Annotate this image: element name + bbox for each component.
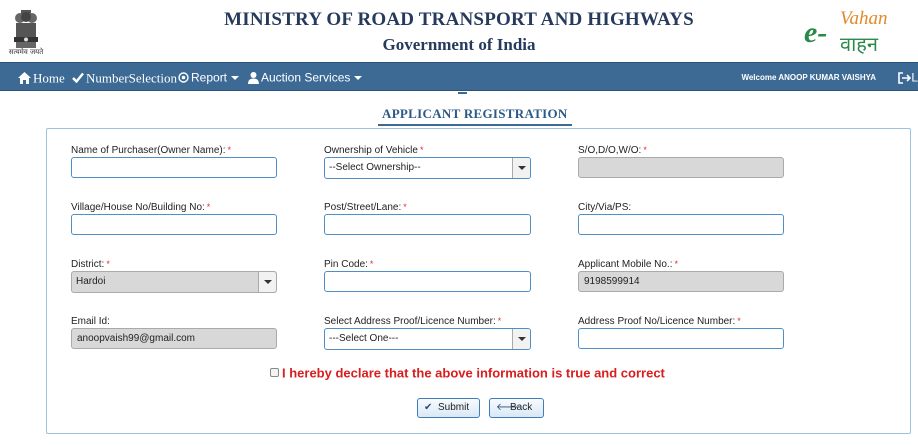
- applicant-mobile-input: [578, 271, 784, 292]
- nav-logout[interactable]: L: [898, 63, 918, 92]
- address-proof-no-input[interactable]: [578, 328, 784, 349]
- name-of-purchaser-label: Name of Purchaser(Owner Name): *: [71, 145, 231, 156]
- declaration-text: I hereby declare that the above informat…: [282, 365, 665, 381]
- post-street-label: Post/Street/Lane: *: [324, 202, 407, 213]
- village-house-input[interactable]: [71, 214, 277, 235]
- ministry-title: MINISTRY OF ROAD TRANSPORT AND HIGHWAYS: [224, 9, 694, 30]
- email-label: Email Id:: [71, 316, 110, 327]
- chevron-down-icon[interactable]: [512, 158, 530, 178]
- label-text: Post/Street/Lane:: [324, 202, 402, 213]
- submit-button[interactable]: ✔ Submit: [417, 398, 480, 418]
- declaration-row: I hereby declare that the above informat…: [270, 364, 665, 382]
- applicant-mobile-label: Applicant Mobile No.: *: [578, 259, 678, 270]
- required-marker: *: [206, 202, 211, 212]
- select-value: Hardoi: [76, 276, 106, 287]
- select-value: --Select Ownership--: [329, 162, 421, 173]
- nav-auction-services-label: Auction Services: [261, 70, 351, 85]
- label-text: District:: [71, 259, 105, 270]
- district-label: District: *: [71, 259, 110, 270]
- label-text: Address Proof No/Licence Number:: [578, 316, 736, 327]
- post-street-input[interactable]: [324, 214, 531, 235]
- target-icon: [178, 72, 189, 84]
- label-text: Ownership of Vehicle: [324, 145, 418, 156]
- email-input: [71, 328, 277, 349]
- district-select[interactable]: Hardoi: [71, 271, 277, 293]
- arrow-left-icon: 🡐: [496, 402, 523, 413]
- ownership-of-vehicle-label: Ownership of Vehicle *: [324, 145, 423, 156]
- address-proof-no-label: Address Proof No/Licence Number: *: [578, 316, 741, 327]
- nav-auction-services[interactable]: Auction Services: [248, 63, 363, 92]
- check-icon: ✔: [424, 402, 433, 413]
- name-of-purchaser-input[interactable]: [71, 157, 277, 178]
- sodow-label: S/O,D/O,W/O: *: [578, 145, 647, 156]
- user-icon: [248, 71, 259, 84]
- select-value: ---Select One---: [329, 333, 399, 344]
- logout-icon: [898, 72, 912, 84]
- label-text: Applicant Mobile No.:: [578, 259, 673, 270]
- pin-code-input[interactable]: [324, 271, 531, 292]
- label-text: City/Via/PS:: [578, 202, 632, 213]
- chevron-down-icon: [231, 75, 240, 80]
- address-proof-label: Select Address Proof/Licence Number: *: [324, 316, 501, 327]
- label-text: Select Address Proof/Licence Number:: [324, 316, 496, 327]
- government-subtitle: Government of India: [382, 35, 536, 54]
- label-text: Name of Purchaser(Owner Name):: [71, 145, 226, 156]
- logout-label: L: [911, 70, 918, 85]
- ownership-of-vehicle-select[interactable]: --Select Ownership--: [324, 157, 531, 179]
- title-dash: [458, 92, 467, 94]
- logo-vahan: Vahan: [840, 8, 888, 29]
- label-text: S/O,D/O,W/O:: [578, 145, 642, 156]
- home-icon: [18, 71, 31, 84]
- sodow-input: [578, 157, 784, 178]
- required-marker: *: [403, 202, 407, 212]
- pin-code-label: Pin Code: *: [324, 259, 373, 270]
- chevron-down-icon: [354, 75, 363, 80]
- required-marker: *: [369, 259, 374, 269]
- required-marker: *: [419, 145, 424, 155]
- top-navbar: Home NumberSelection Report Auction Serv…: [0, 62, 918, 91]
- city-via-ps-label: City/Via/PS:: [578, 202, 631, 213]
- logo-hindi: वाहन: [840, 32, 879, 56]
- village-house-label: Village/House No/Building No: *: [71, 202, 210, 213]
- check-icon: [72, 73, 84, 84]
- label-text: Pin Code:: [324, 259, 368, 270]
- nav-report[interactable]: Report: [178, 63, 240, 92]
- required-marker: *: [497, 316, 502, 326]
- logo-e: e-: [804, 16, 828, 49]
- nav-number-selection[interactable]: NumberSelection: [72, 63, 177, 92]
- required-marker: *: [106, 259, 110, 269]
- nav-number-selection-label: NumberSelection: [86, 70, 177, 86]
- city-via-ps-input[interactable]: [578, 214, 784, 235]
- nav-home[interactable]: Home: [18, 63, 65, 92]
- required-marker: *: [737, 316, 741, 326]
- chevron-down-icon[interactable]: [258, 272, 276, 292]
- page-header: सत्यमेव जयते MINISTRY OF ROAD TRANSPORT …: [0, 0, 918, 62]
- evahan-logo: e- Vahan वाहन: [800, 8, 904, 58]
- declaration-checkbox[interactable]: [270, 368, 279, 378]
- nav-report-label: Report: [191, 70, 228, 85]
- welcome-user: Welcome ANOOP KUMAR VAISHYA: [741, 73, 876, 82]
- back-button[interactable]: 🡐 Back: [489, 398, 544, 418]
- required-marker: *: [674, 259, 679, 269]
- required-marker: *: [643, 145, 647, 155]
- submit-label: Submit: [438, 402, 470, 413]
- label-text: Village/House No/Building No:: [71, 202, 205, 213]
- page-title: APPLICANT REGISTRATION: [382, 106, 568, 121]
- address-proof-select[interactable]: ---Select One---: [324, 328, 531, 350]
- nav-home-label: Home: [33, 70, 65, 86]
- title-underline: [378, 124, 572, 126]
- required-marker: *: [227, 145, 232, 155]
- chevron-down-icon[interactable]: [512, 329, 530, 349]
- label-text: Email Id:: [71, 316, 110, 327]
